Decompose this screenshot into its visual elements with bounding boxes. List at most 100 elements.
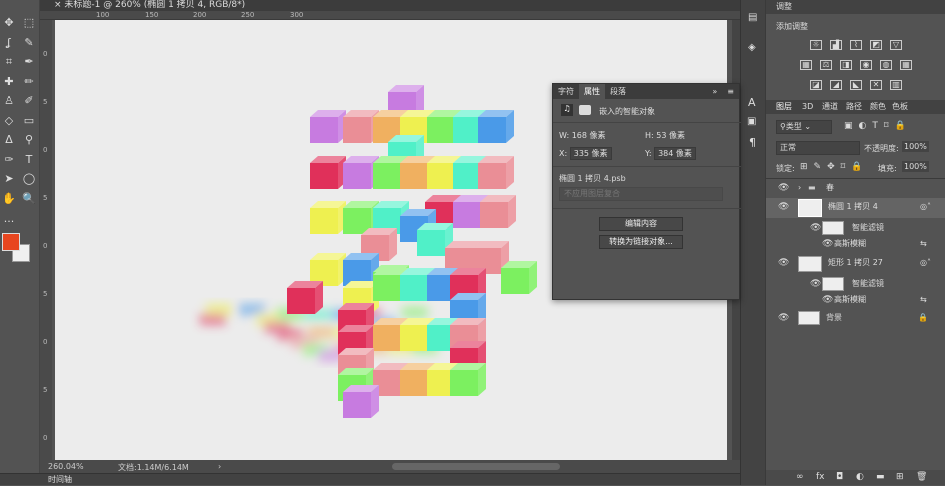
filter-options-icon[interactable]: ⇆ — [920, 235, 927, 253]
link-icon[interactable]: ∞ — [796, 472, 804, 482]
filter-options-icon[interactable]: ⇆ — [920, 291, 927, 309]
gradient-map-icon[interactable]: ▥ — [890, 80, 902, 90]
status-menu-arrow[interactable]: › — [218, 462, 221, 471]
color-lookup-icon[interactable]: ▦ — [900, 60, 912, 70]
edit-contents-button[interactable]: 编辑内容 — [599, 217, 683, 231]
convert-to-linked-button[interactable]: 转换为链接对象... — [599, 235, 683, 249]
fill-input[interactable]: 100% — [902, 161, 929, 172]
history-brush-tool-icon[interactable]: ✐ — [22, 94, 36, 108]
height-value[interactable]: 53 像素 — [656, 131, 685, 140]
trash-icon[interactable]: 🗑 — [916, 472, 927, 482]
mask-icon[interactable] — [579, 105, 591, 115]
healing-tool-icon[interactable]: ✚ — [2, 75, 16, 89]
invert-icon[interactable]: ◪ — [810, 80, 822, 90]
new-layer-icon[interactable]: ⊞ — [896, 472, 904, 482]
tab-character[interactable]: 字符 — [553, 84, 579, 99]
hand-tool-icon[interactable]: ✋ — [2, 192, 16, 206]
smart-filter-badge-icon[interactable]: ◎˄ — [920, 198, 931, 216]
adjustments-panel-header[interactable]: 调整 — [766, 0, 945, 14]
photo-filter-icon[interactable]: ◉ — [860, 60, 872, 70]
opacity-input[interactable]: 100% — [902, 141, 929, 152]
shadow-mark — [308, 326, 334, 339]
black-white-icon[interactable]: ◨ — [840, 60, 852, 70]
width-value[interactable]: 168 像素 — [572, 131, 606, 140]
tab-paths[interactable]: 路径 — [846, 100, 862, 114]
tab-3d[interactable]: 3D — [802, 100, 813, 114]
x-input[interactable]: 335 像素 — [569, 147, 612, 160]
tab-channels[interactable]: 通道 — [822, 100, 838, 114]
visibility-eye-icon[interactable]: 👁 — [778, 309, 789, 327]
layer-group-spring[interactable]: 👁 › ▬ 春 — [766, 179, 945, 197]
y-input[interactable]: 384 像素 — [654, 147, 696, 160]
properties-panel-icon[interactable]: ▣ — [747, 116, 756, 127]
eyedropper-tool-icon[interactable]: ✒ — [22, 55, 36, 69]
zoom-level[interactable]: 260.04% — [48, 462, 84, 471]
blend-mode-select[interactable]: 正常 — [776, 141, 860, 155]
layer-filter-select[interactable]: ⚲类型 ⌄ — [776, 120, 832, 134]
mask-icon[interactable]: ◘ — [836, 472, 843, 482]
visibility-eye-icon[interactable]: 👁 — [822, 235, 833, 253]
layer-filter-icons[interactable]: ▣◐T⌑🔒 — [844, 121, 912, 131]
lock-icons[interactable]: ⊞✎✥⌑🔒 — [800, 162, 868, 172]
move-tool-icon[interactable]: ✥ — [2, 16, 16, 30]
gaussian-blur-filter-row[interactable]: 👁 高斯模糊 ⇆ — [766, 291, 945, 309]
gradient-tool-icon[interactable]: ▭ — [22, 114, 36, 128]
brush-tool-icon[interactable]: ✏ — [22, 75, 36, 89]
visibility-eye-icon[interactable]: 👁 — [778, 198, 789, 216]
gaussian-blur-filter-row[interactable]: 👁 高斯模糊 ⇆ — [766, 235, 945, 253]
tab-color[interactable]: 颜色 — [870, 100, 886, 114]
dodge-tool-icon[interactable]: ⚲ — [22, 133, 36, 147]
path-select-tool-icon[interactable]: ➤ — [2, 172, 16, 186]
layer-comp-select[interactable]: 不应用图层复合 — [559, 187, 723, 201]
posterize-icon[interactable]: ◢ — [830, 80, 842, 90]
ellipse-tool-icon[interactable]: ◯ — [22, 172, 36, 186]
exposure-icon[interactable]: ◩ — [870, 40, 882, 50]
crop-tool-icon[interactable]: ⌗ — [2, 55, 16, 69]
folder-icon[interactable]: ▬ — [876, 472, 885, 482]
stamp-tool-icon[interactable]: ♙ — [2, 94, 16, 108]
collapse-icon[interactable]: » — [707, 84, 722, 99]
history-icon[interactable]: ▤ — [748, 12, 757, 23]
tab-swatches[interactable]: 色板 — [892, 100, 908, 114]
visibility-eye-icon[interactable]: 👁 — [778, 254, 789, 272]
smart-filter-badge-icon[interactable]: ◎˄ — [920, 254, 931, 272]
marquee-tool-icon[interactable]: ⬚ — [22, 16, 36, 30]
lasso-tool-icon[interactable]: ʆ — [2, 36, 16, 50]
color-balance-icon[interactable]: ⚖ — [820, 60, 832, 70]
tab-properties[interactable]: 属性 — [579, 84, 605, 99]
close-tab-icon[interactable]: × — [54, 0, 62, 10]
character-icon[interactable]: A — [748, 96, 756, 109]
tab-layers[interactable]: 图层 — [776, 100, 792, 114]
timeline-panel-tab[interactable]: 时间轴 — [0, 473, 765, 485]
levels-icon[interactable]: ▟ — [830, 40, 842, 50]
channel-mixer-icon[interactable]: ◍ — [880, 60, 892, 70]
document-tab[interactable]: × 未标题-1 @ 260% (椭圆 1 拷贝 4, RGB/8*) — [40, 0, 740, 11]
visibility-eye-icon[interactable]: 👁 — [778, 179, 789, 197]
curves-icon[interactable]: ⌇ — [850, 40, 862, 50]
panel-menu-icon[interactable]: ≡ — [722, 84, 739, 99]
layer-ellipse-copy-4[interactable]: 👁 椭圆 1 拷贝 4 ◎˄ — [766, 198, 945, 218]
fx-icon[interactable]: fx — [816, 472, 825, 482]
more-tools-icon[interactable]: ... — [2, 212, 16, 226]
selective-color-icon[interactable]: ✕ — [870, 80, 882, 90]
expand-chevron-icon[interactable]: › — [798, 179, 801, 197]
visibility-eye-icon[interactable]: 👁 — [822, 291, 833, 309]
threshold-icon[interactable]: ◣ — [850, 80, 862, 90]
brightness-icon[interactable]: ☼ — [810, 40, 822, 50]
foreground-color-swatch[interactable] — [2, 233, 20, 251]
blur-tool-icon[interactable]: ᐃ — [2, 133, 16, 147]
paragraph-icon[interactable]: ¶ — [749, 136, 756, 149]
vibrance-icon[interactable]: ▽ — [890, 40, 902, 50]
properties-icon[interactable]: ◈ — [748, 42, 756, 53]
hue-saturation-icon[interactable]: ▦ — [800, 60, 812, 70]
horizontal-scrollbar[interactable] — [392, 463, 560, 470]
eraser-tool-icon[interactable]: ◇ — [2, 114, 16, 128]
pen-tool-icon[interactable]: ✑ — [2, 153, 16, 167]
adjustment-icon[interactable]: ◐ — [856, 472, 864, 482]
type-tool-icon[interactable]: T — [22, 153, 36, 167]
tab-paragraph[interactable]: 段落 — [605, 84, 631, 99]
layer-background[interactable]: 👁 背景 🔒 — [766, 309, 945, 327]
zoom-tool-icon[interactable]: 🔍 — [22, 192, 36, 206]
quick-select-tool-icon[interactable]: ✎ — [22, 36, 36, 50]
layer-rect-copy-27[interactable]: 👁 矩形 1 拷贝 27 ◎˄ — [766, 254, 945, 274]
